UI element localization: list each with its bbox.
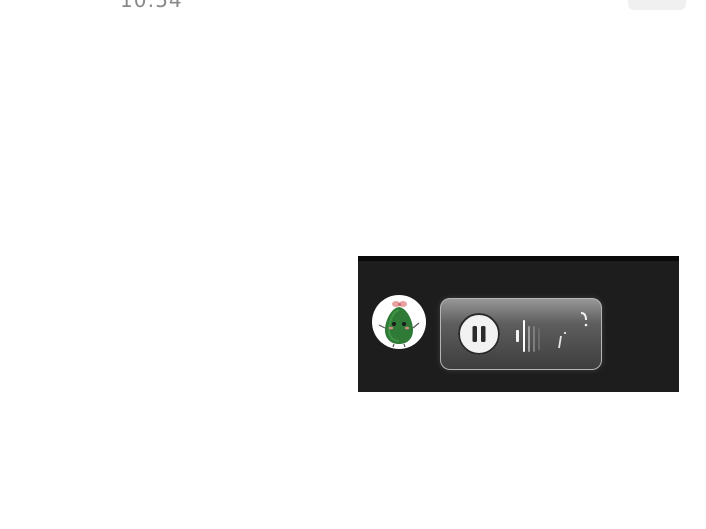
waveform-dot: [584, 323, 588, 327]
sender-avatar[interactable]: [372, 295, 426, 349]
status-indicator: [628, 0, 686, 10]
pause-icon: [458, 313, 500, 355]
waveform-mark: [558, 335, 562, 349]
waveform-bar: [523, 320, 525, 352]
waveform-bar: [528, 326, 530, 352]
waveform-corner-mark: [580, 312, 587, 321]
pause-button[interactable]: [458, 313, 500, 355]
waveform-bar: [533, 326, 535, 352]
audio-waveform[interactable]: [512, 308, 592, 360]
status-time: 10:54: [120, 0, 183, 12]
waveform-bar: [538, 328, 540, 350]
voice-note-bubble[interactable]: [440, 298, 602, 370]
waveform-dot: [563, 331, 567, 335]
avocado-character-icon: [373, 296, 425, 348]
waveform-bar: [516, 330, 519, 342]
chat-screen: 10:54: [0, 0, 706, 529]
voice-message-card[interactable]: [358, 256, 679, 392]
